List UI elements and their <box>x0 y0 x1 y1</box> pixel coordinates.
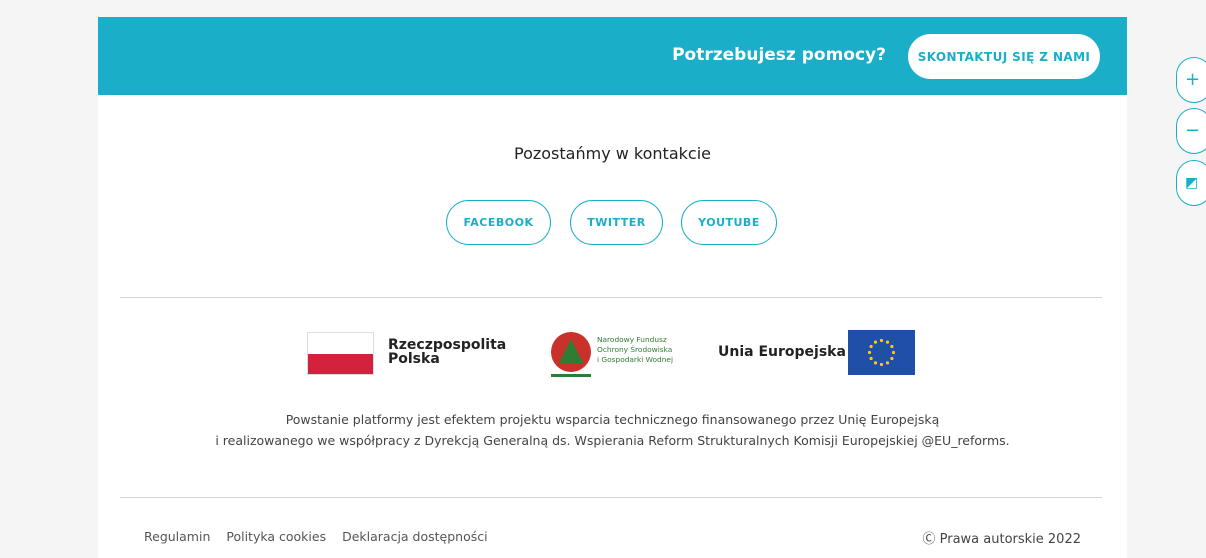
accessibility-statement-link[interactable]: Deklaracja dostępności <box>342 529 488 544</box>
eu-logo: Unia Europejska <box>718 330 918 376</box>
funding-line-2: i realizowanego we współpracy z Dyrekcją… <box>215 433 1010 448</box>
copyright: Ⓒ Prawa autorskie 2022 <box>922 532 1081 547</box>
nfosigw-logo-text: Narodowy Fundusz Ochrony Środowiska i Go… <box>597 335 674 364</box>
polish-flag-icon <box>307 332 374 375</box>
facebook-button[interactable]: FACEBOOK <box>446 200 551 245</box>
contact-title: Pozostańmy w kontakcie <box>514 144 711 163</box>
footer-links: Regulamin Polityka cookies Deklaracja do… <box>144 529 500 544</box>
funding-notice: Powstanie platformy jest efektem projekt… <box>98 409 1127 451</box>
eu-flag-icon <box>848 330 915 375</box>
youtube-button[interactable]: YOUTUBE <box>681 200 777 245</box>
funding-line-1: Powstanie platformy jest efektem projekt… <box>285 412 940 427</box>
divider <box>120 497 1102 498</box>
nfosigw-seal-icon <box>551 332 591 372</box>
twitter-button[interactable]: TWITTER <box>570 200 663 245</box>
zoom-in-icon[interactable]: + <box>1176 57 1206 103</box>
help-question: Potrzebujesz pomocy? <box>672 45 886 65</box>
page-content: Potrzebujesz pomocy? SKONTAKTUJ SIĘ Z NA… <box>98 17 1127 558</box>
terms-link[interactable]: Regulamin <box>144 529 210 544</box>
poland-logo: Rzeczpospolita Polska <box>307 332 507 377</box>
eu-logo-text: Unia Europejska <box>718 344 846 360</box>
cookies-policy-link[interactable]: Polityka cookies <box>226 529 326 544</box>
poland-logo-text: Rzeczpospolita Polska <box>388 337 507 367</box>
nfosigw-logo: Narodowy Fundusz Ochrony Środowiska i Go… <box>551 332 691 377</box>
contact-us-button[interactable]: SKONTAKTUJ SIĘ Z NAMI <box>908 34 1100 79</box>
contrast-icon[interactable]: ◩ <box>1176 160 1206 206</box>
divider <box>120 297 1102 298</box>
help-bar: Potrzebujesz pomocy? SKONTAKTUJ SIĘ Z NA… <box>98 17 1127 95</box>
zoom-out-icon[interactable]: − <box>1176 108 1206 154</box>
